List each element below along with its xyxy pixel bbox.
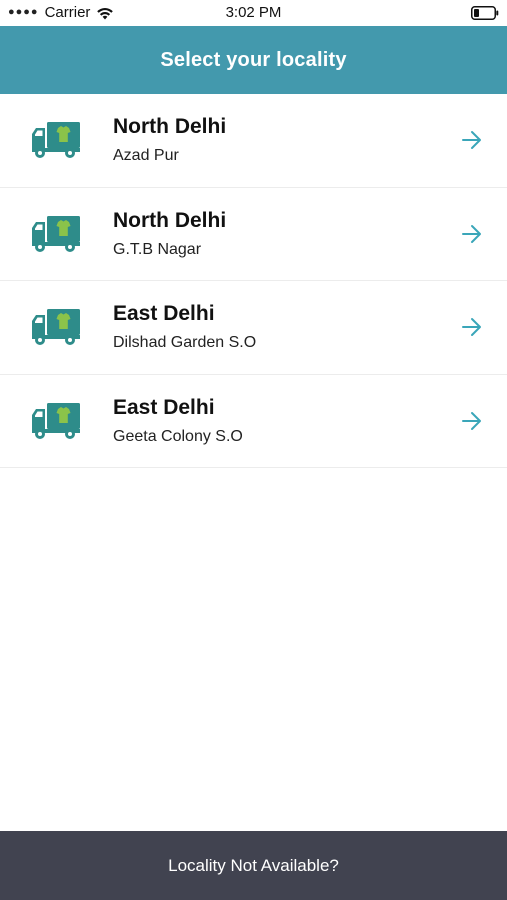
status-bar: ●●●● Carrier 3:02 PM (0, 0, 507, 26)
arrow-right-icon[interactable] (461, 130, 483, 150)
locality-region: East Delhi (113, 302, 215, 325)
locality-area: Azad Pur (113, 147, 179, 164)
locality-item[interactable]: North Delhi G.T.B Nagar (0, 188, 507, 281)
locality-not-available-label: Locality Not Available? (168, 855, 339, 875)
page-title: Select your locality (160, 48, 347, 71)
delivery-truck-icon (32, 402, 80, 439)
locality-area: Dilshad Garden S.O (113, 334, 257, 351)
locality-area: G.T.B Nagar (113, 240, 202, 258)
locality-region: East Delhi (113, 395, 215, 419)
status-time: 3:02 PM (225, 4, 282, 21)
locality-item[interactable]: East Delhi Geeta Colony S.O (0, 375, 507, 468)
locality-list: North Delhi Azad Pur North Delhi G.T.B N… (0, 94, 507, 468)
delivery-truck-icon (32, 122, 80, 158)
locality-area: Geeta Colony S.O (113, 427, 243, 445)
arrow-right-icon[interactable] (461, 317, 483, 337)
locality-region: North Delhi (113, 115, 227, 138)
locality-region: North Delhi (113, 208, 227, 232)
battery-icon (471, 6, 499, 20)
delivery-truck-icon (32, 309, 80, 345)
delivery-truck-icon (32, 215, 80, 252)
locality-item[interactable]: North Delhi Azad Pur (0, 94, 507, 188)
locality-item[interactable]: East Delhi Dilshad Garden S.O (0, 281, 507, 375)
arrow-right-icon[interactable] (461, 411, 483, 431)
locality-screen: ●●●● Carrier 3:02 PM Select your localit… (0, 0, 507, 900)
locality-not-available-button[interactable]: Locality Not Available? (0, 831, 507, 900)
header-bar: Select your locality (0, 26, 507, 94)
arrow-right-icon[interactable] (461, 224, 483, 244)
